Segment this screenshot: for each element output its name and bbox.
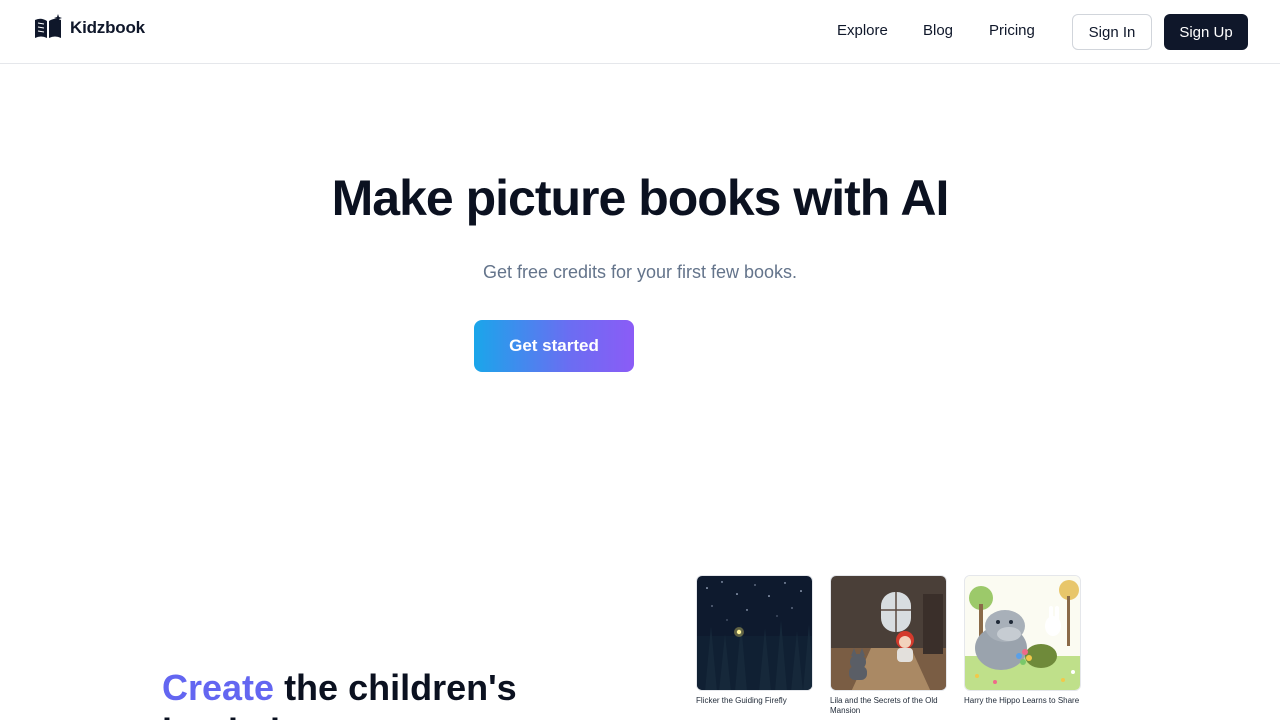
open-book-sparkle-icon	[35, 14, 62, 38]
section-title: Create the children's book that you want	[162, 666, 517, 720]
section-title-accent: Create	[162, 667, 275, 708]
section-title-line2: book that you want	[162, 710, 517, 720]
nav-link-pricing[interactable]: Pricing	[989, 22, 1035, 39]
hero-subtitle: Get free credits for your first few book…	[482, 262, 798, 282]
firefly-forest-illustration	[697, 576, 812, 690]
book-title: Flicker the Guiding Firefly	[696, 696, 787, 705]
book-card[interactable]: Flicker the Guiding Firefly	[696, 575, 813, 706]
old-mansion-illustration	[831, 576, 946, 690]
nav-link-explore[interactable]: Explore	[837, 22, 888, 39]
book-card[interactable]: Harry the Hippo Learns to Share	[964, 575, 1081, 706]
sign-up-button[interactable]: Sign Up	[1164, 14, 1248, 50]
hippo-sharing-illustration	[965, 576, 1080, 690]
book-title: Harry the Hippo Learns to Share	[964, 696, 1080, 705]
book-title: Lila and the Secrets of the Old Mansion	[830, 696, 938, 715]
get-started-button[interactable]: Get started	[474, 320, 634, 372]
brand-logo[interactable]: Kidzbook	[34, 14, 145, 42]
section-title-rest: the children's	[274, 667, 517, 708]
book-card[interactable]: Lila and the Secrets of the Old Mansion	[830, 575, 947, 716]
book-cover-image	[830, 575, 947, 691]
top-nav: Kidzbook Explore Blog Pricing Sign In Si…	[0, 0, 1280, 64]
hero-title: Make picture books with AI	[331, 170, 950, 226]
nav-link-blog[interactable]: Blog	[923, 22, 953, 39]
book-cover-image	[964, 575, 1081, 691]
brand-name: Kidzbook	[70, 18, 145, 37]
sign-in-button[interactable]: Sign In	[1072, 14, 1152, 50]
book-cover-image	[696, 575, 813, 691]
